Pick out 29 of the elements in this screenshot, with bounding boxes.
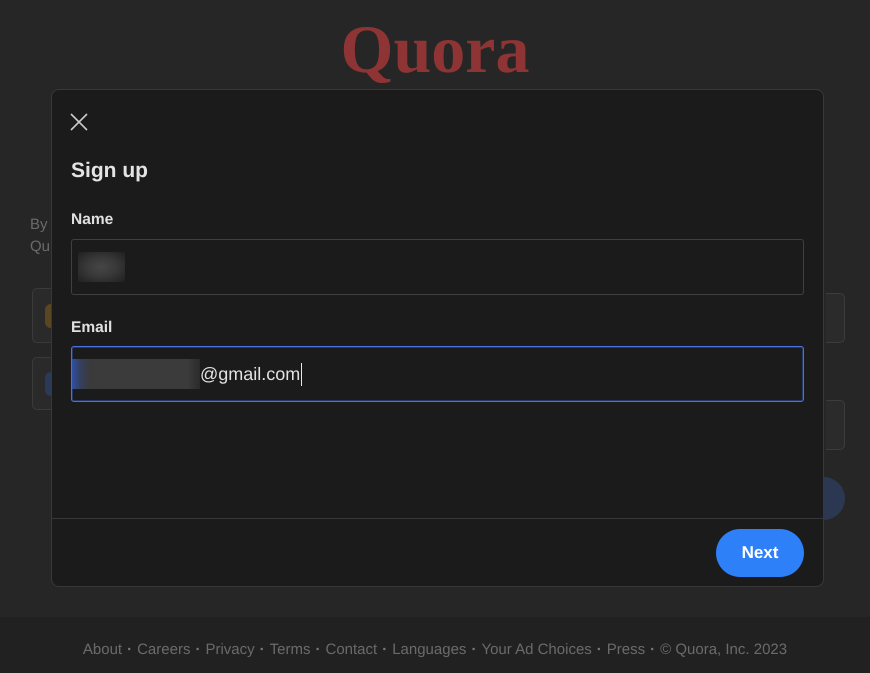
footer-link[interactable]: Languages [392,640,466,658]
field-label: Email [71,318,112,338]
footer-link[interactable]: Terms [270,640,310,658]
logo: Quora [340,10,530,88]
separator: · [315,640,320,658]
footer-link[interactable]: About [82,640,122,658]
background-text: Qu [30,237,50,257]
separator: · [471,640,476,658]
copyright-text: © Quora, Inc. 2023 [660,640,788,658]
next-button[interactable]: Next [716,529,804,577]
text-cursor [301,362,302,386]
footer-link[interactable]: Privacy [205,640,255,658]
separator: · [195,640,200,658]
close-icon [70,113,88,131]
footer-link[interactable]: Contact [325,640,378,658]
footer-link[interactable]: Careers [137,640,190,658]
field-label: Name [71,210,114,230]
separator: · [127,640,132,658]
separator: · [596,640,602,658]
input-field[interactable]: @gmail.com [71,346,804,402]
separator: · [650,640,656,658]
separator: · [260,640,265,658]
footer-link[interactable]: Your Ad Choices [481,640,592,658]
dialog-title: Sign up [71,158,148,183]
input-field[interactable] [71,239,804,295]
separator: · [382,640,388,658]
footer-link[interactable]: Press [606,640,646,658]
background-text: By [30,215,48,235]
close-button[interactable] [70,113,88,131]
